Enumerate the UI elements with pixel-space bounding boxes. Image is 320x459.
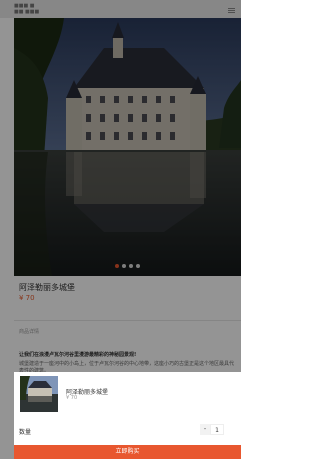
- buy-now-button[interactable]: 立即购买: [14, 445, 241, 459]
- quantity-value[interactable]: 1: [210, 424, 224, 435]
- menu-icon[interactable]: [228, 8, 235, 13]
- description-title: 让我们在浪漫卢瓦尔河谷里漫游最精彩的神秘园景观!: [19, 352, 137, 358]
- quantity-stepper: - 1: [200, 424, 224, 435]
- purchase-sheet: 阿泽勒丽多城堡 ¥ 70 数量 - 1 立即购买: [14, 372, 241, 459]
- product-thumbnail: [20, 376, 58, 412]
- carousel-dot[interactable]: [122, 264, 126, 268]
- sheet-product-price: ¥ 70: [66, 395, 78, 401]
- carousel-dot[interactable]: [136, 264, 140, 268]
- product-title: 阿泽勒丽多城堡: [19, 283, 75, 292]
- status-text: ■■■ ■ ■■ ■■■: [14, 3, 40, 15]
- carousel-indicator: [14, 264, 241, 268]
- product-price: ¥ 70: [19, 294, 35, 302]
- castle-photo: [14, 18, 241, 276]
- quantity-label: 数量: [19, 429, 32, 436]
- screen: ■■■ ■ ■■ ■■■ 阿泽勒丽多城堡 ¥ 70 商品详情 让我们在浪漫卢瓦尔…: [0, 0, 241, 459]
- carousel-dot[interactable]: [129, 264, 133, 268]
- status-bar: ■■■ ■ ■■ ■■■: [0, 0, 241, 18]
- divider: [14, 320, 241, 321]
- decrement-button[interactable]: -: [200, 424, 210, 435]
- product-image-carousel[interactable]: [14, 18, 241, 276]
- carousel-dot[interactable]: [115, 264, 119, 268]
- tab-details[interactable]: 商品详情: [19, 328, 39, 335]
